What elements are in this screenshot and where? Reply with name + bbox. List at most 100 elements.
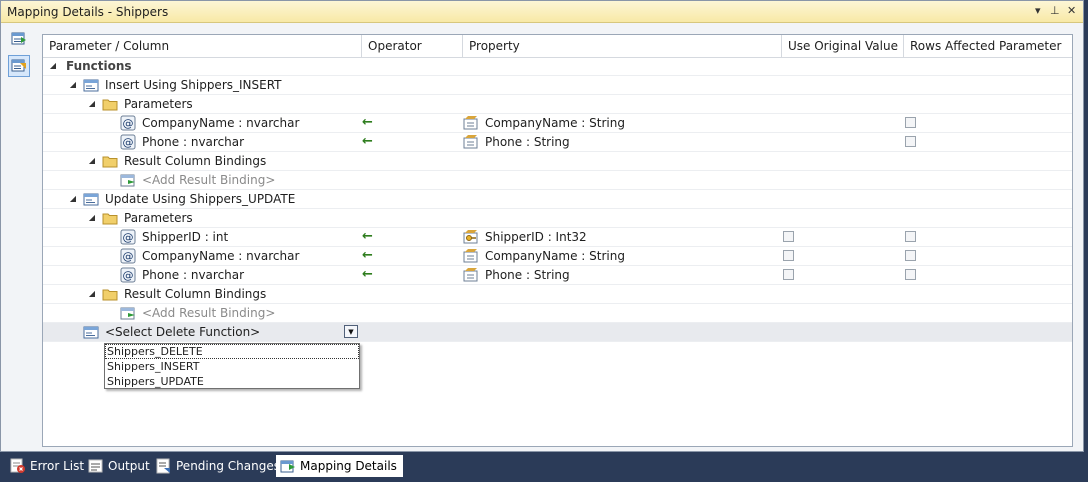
operator-arrow[interactable]: ←: [362, 247, 373, 265]
update-function-label: Update Using Shippers_UPDATE: [105, 192, 296, 206]
property-name: ShipperID : Int32: [485, 230, 587, 244]
parameter-at-icon: @: [120, 134, 136, 150]
collapse-arrow-icon[interactable]: ◢: [87, 95, 97, 113]
parameters-label: Parameters: [124, 97, 193, 111]
dropdown-button[interactable]: ▼: [344, 325, 358, 338]
rows-affected-checkbox[interactable]: [905, 269, 916, 280]
parameters-label: Parameters: [124, 211, 193, 225]
tree-row-functions[interactable]: ◢ Functions: [43, 57, 1072, 76]
tab-output[interactable]: Output: [88, 456, 150, 476]
operator-arrow[interactable]: ←: [362, 228, 373, 246]
function-icon: [83, 326, 99, 339]
add-result-binding-row[interactable]: <Add Result Binding>: [43, 171, 1072, 190]
map-to-functions-icon: [11, 59, 26, 72]
tree-row-insert-function[interactable]: ◢ Insert Using Shippers_INSERT: [43, 76, 1072, 95]
column-operator[interactable]: Operator: [362, 35, 463, 57]
column-rows-affected[interactable]: Rows Affected Parameter: [904, 35, 1072, 57]
parameter-row[interactable]: @ ShipperID : int ← ShipperID : Int32: [43, 228, 1072, 247]
parameter-name: CompanyName : nvarchar: [142, 116, 300, 130]
chevron-down-icon: ▼: [348, 327, 354, 336]
function-icon: [83, 193, 99, 206]
window-title: Mapping Details - Shippers: [7, 5, 169, 19]
key-property-icon: [463, 230, 478, 244]
output-icon: [88, 459, 103, 473]
parameter-name: ShipperID : int: [142, 230, 229, 244]
dropdown-option[interactable]: Shippers_UPDATE: [105, 374, 359, 389]
parameter-name: CompanyName : nvarchar: [142, 249, 300, 263]
property-icon: [463, 135, 478, 149]
tree-row-parameters[interactable]: ◢ Parameters: [43, 95, 1072, 114]
parameter-at-icon: @: [120, 115, 136, 131]
collapse-arrow-icon[interactable]: ◢: [68, 76, 78, 94]
select-delete-function[interactable]: <Select Delete Function>: [105, 323, 260, 341]
mapping-details-icon: [280, 460, 295, 473]
tab-label: Output: [108, 459, 150, 473]
add-result-binding: <Add Result Binding>: [142, 306, 276, 320]
folder-icon: [102, 99, 118, 111]
error-list-icon: [10, 458, 25, 473]
folder-icon: [102, 289, 118, 301]
map-functions-button[interactable]: [8, 55, 30, 77]
column-parameter[interactable]: Parameter / Column: [43, 35, 362, 57]
svg-text:@: @: [123, 250, 134, 263]
tab-label: Mapping Details: [300, 459, 397, 473]
tree-row-result-bindings[interactable]: ◢ Result Column Bindings: [43, 285, 1072, 304]
svg-text:@: @: [123, 136, 134, 149]
parameter-row[interactable]: @ Phone : nvarchar ← Phone : String: [43, 133, 1072, 152]
mapping-details-window: Mapping Details - Shippers ▾ ⊥ ✕ Paramet…: [0, 0, 1084, 452]
property-name: CompanyName : String: [485, 116, 625, 130]
column-use-original-value[interactable]: Use Original Value: [782, 35, 904, 57]
use-original-value-checkbox[interactable]: [783, 231, 794, 242]
grid-header: Parameter / Column Operator Property Use…: [43, 35, 1072, 58]
functions-label: Functions: [66, 59, 132, 73]
tree-row-parameters[interactable]: ◢ Parameters: [43, 209, 1072, 228]
mapping-grid: Parameter / Column Operator Property Use…: [42, 34, 1073, 447]
add-result-binding: <Add Result Binding>: [142, 173, 276, 187]
window-menu-icon[interactable]: ▾: [1035, 4, 1041, 17]
operator-arrow[interactable]: ←: [362, 133, 373, 151]
add-result-binding-row[interactable]: <Add Result Binding>: [43, 304, 1072, 323]
property-name: CompanyName : String: [485, 249, 625, 263]
tab-mapping-details[interactable]: Mapping Details: [276, 455, 403, 477]
add-binding-icon: [120, 307, 135, 320]
collapse-arrow-icon[interactable]: ◢: [48, 57, 58, 75]
use-original-value-checkbox[interactable]: [783, 269, 794, 280]
parameter-row[interactable]: @ Phone : nvarchar ← Phone : String: [43, 266, 1072, 285]
parameter-row[interactable]: @ CompanyName : nvarchar ← CompanyName :…: [43, 114, 1072, 133]
tree-row-result-bindings[interactable]: ◢ Result Column Bindings: [43, 152, 1072, 171]
operator-arrow[interactable]: ←: [362, 266, 373, 284]
insert-function-label: Insert Using Shippers_INSERT: [105, 78, 282, 92]
close-icon[interactable]: ✕: [1067, 4, 1076, 17]
parameter-row[interactable]: @ CompanyName : nvarchar ← CompanyName :…: [43, 247, 1072, 266]
column-property[interactable]: Property: [463, 35, 782, 57]
dropdown-option[interactable]: Shippers_DELETE: [105, 344, 359, 359]
use-original-value-checkbox[interactable]: [783, 250, 794, 261]
add-binding-icon: [120, 174, 135, 187]
folder-icon: [102, 156, 118, 168]
rows-affected-checkbox[interactable]: [905, 117, 916, 128]
collapse-arrow-icon[interactable]: ◢: [87, 285, 97, 303]
pin-icon[interactable]: ⊥: [1050, 4, 1060, 17]
tab-label: Pending Changes: [176, 459, 280, 473]
result-bindings-label: Result Column Bindings: [124, 154, 267, 168]
rows-affected-checkbox[interactable]: [905, 231, 916, 242]
tree-row-update-function[interactable]: ◢ Update Using Shippers_UPDATE: [43, 190, 1072, 209]
collapse-arrow-icon[interactable]: ◢: [87, 209, 97, 227]
tab-error-list[interactable]: Error List: [10, 456, 84, 476]
rows-affected-checkbox[interactable]: [905, 136, 916, 147]
operator-arrow[interactable]: ←: [362, 114, 373, 132]
map-entity-button[interactable]: [9, 29, 29, 49]
rows-affected-checkbox[interactable]: [905, 250, 916, 261]
dropdown-option[interactable]: Shippers_INSERT: [105, 359, 359, 374]
mapping-sidebar: [1, 23, 37, 451]
svg-text:@: @: [123, 117, 134, 130]
svg-text:@: @: [123, 231, 134, 244]
bottom-tab-bar: Error List Output Pending Changes Mappin…: [0, 452, 1088, 482]
tab-pending-changes[interactable]: Pending Changes: [156, 456, 280, 476]
result-bindings-label: Result Column Bindings: [124, 287, 267, 301]
collapse-arrow-icon[interactable]: ◢: [68, 190, 78, 208]
property-icon: [463, 116, 478, 130]
tree-row-delete-function[interactable]: <Select Delete Function> ▼: [43, 323, 1072, 342]
map-to-tables-icon: [11, 32, 26, 45]
collapse-arrow-icon[interactable]: ◢: [87, 152, 97, 170]
